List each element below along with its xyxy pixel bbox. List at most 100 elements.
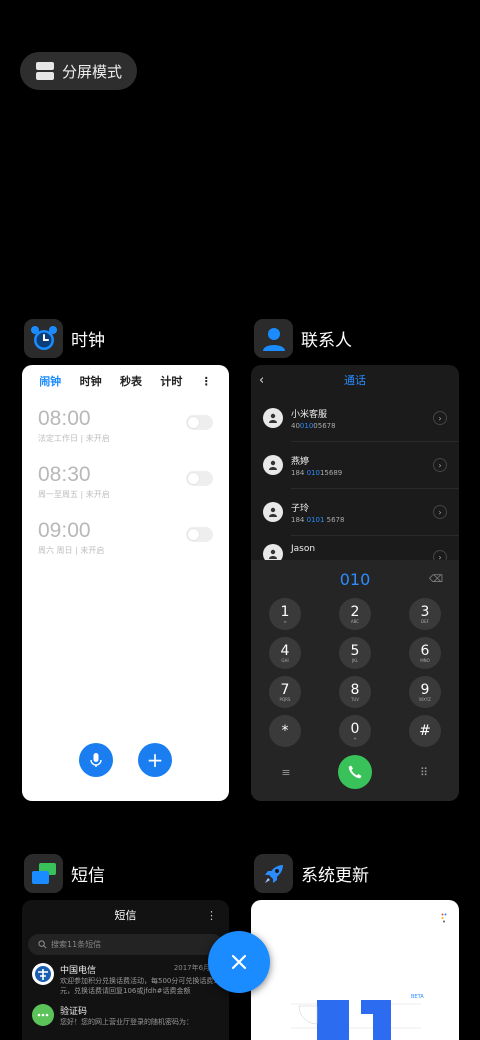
dial-key-letters: DEF (421, 618, 429, 624)
message-preview: 欢迎参加积分兑换话费活动，每500分可兑换话费5元，兑换话费请回复106或jfd… (60, 977, 218, 995)
dial-key-digit: 0 (350, 720, 360, 737)
alarm-toggle[interactable] (186, 415, 213, 430)
dial-key[interactable]: 8 TUV (339, 676, 371, 708)
voice-alarm-button[interactable] (79, 743, 113, 777)
dial-key-digit: # (419, 723, 431, 739)
back-arrow-icon[interactable]: ‹ (259, 373, 264, 388)
contacts-title: 通话 (344, 374, 366, 387)
alarm-item[interactable]: 08:30 周一至周五 | 未开启 (22, 453, 229, 509)
dial-key[interactable]: 3 DEF (409, 598, 441, 630)
split-screen-icon (36, 62, 54, 80)
contacts-person-icon (254, 319, 293, 358)
alarm-clock-icon (24, 319, 63, 358)
microphone-icon (90, 753, 102, 767)
dial-key-digit: 5 (350, 642, 360, 659)
rocket-icon (254, 854, 293, 893)
message-bubbles-icon (24, 854, 63, 893)
message-sender: 验证码 (60, 1007, 88, 1017)
update-app-header[interactable]: 系统更新 (254, 854, 369, 893)
more-icon[interactable]: ⋮ (206, 909, 217, 922)
dial-key[interactable]: 0 + (339, 715, 371, 747)
contact-name: 子玲 (291, 503, 310, 514)
split-screen-button[interactable]: 分屏模式 (20, 52, 137, 90)
sms-app-preview[interactable]: 短信 ⋮ 搜索11条短信 中国电信 2017年6月30 欢迎参加积分兑换话费活动，… (22, 900, 229, 1040)
contact-number: 4001005678 (291, 421, 336, 430)
dial-key[interactable]: 1 ∞ (269, 598, 301, 630)
dial-key-letters: ABC (350, 618, 360, 624)
grid-icon[interactable]: ⠿ (417, 766, 431, 779)
add-alarm-button[interactable]: + (138, 743, 172, 777)
dial-key[interactable]: 5 JKL (339, 637, 371, 669)
contact-name: Jason (291, 544, 316, 554)
message-item[interactable]: 中国电信 2017年6月30 欢迎参加积分兑换话费活动，每500分可兑换话费5元，… (22, 955, 229, 996)
dial-key-digit: 3 (420, 603, 430, 620)
contacts-app-name: 联系人 (301, 331, 352, 351)
dial-key[interactable]: 2 ABC (339, 598, 371, 630)
dial-key[interactable]: # (409, 715, 441, 747)
contact-number: 184 0101 5678 (291, 515, 345, 524)
dial-key-digit: 1 (280, 603, 290, 620)
contact-row[interactable]: 小米客服 4001005678 › (251, 395, 459, 441)
close-icon (231, 954, 247, 970)
plus-icon: + (146, 748, 164, 772)
dial-key-digit: 8 (350, 681, 360, 698)
message-item[interactable]: 验证码 您好！您的网上营业厅登录的随机密码为： (22, 996, 229, 1027)
alarm-info: 周六 周日 | 未开启 (38, 546, 105, 555)
dial-key-letters: JKL (351, 657, 359, 663)
menu-icon[interactable]: ≡ (279, 766, 293, 779)
contact-name: 小米客服 (291, 409, 328, 420)
china-telecom-logo-icon (32, 963, 54, 985)
tab-stopwatch[interactable]: 秒表 (120, 373, 142, 389)
contact-name: 燕婷 (291, 456, 310, 467)
dial-key-digit: 9 (420, 681, 430, 698)
dial-key-digit: 6 (420, 642, 430, 659)
clear-all-button[interactable] (208, 931, 270, 993)
clock-app-header[interactable]: 时钟 (24, 319, 105, 358)
dial-key-letters: PQRS (279, 696, 291, 702)
sms-app-header[interactable]: 短信 (24, 854, 105, 893)
dial-key[interactable]: 9 WXYZ (409, 676, 441, 708)
contact-row[interactable]: 子玲 184 0101 5678 › (251, 489, 459, 535)
call-button[interactable] (338, 755, 372, 789)
contact-number: 184 01015689 (291, 468, 343, 477)
alarm-item[interactable]: 08:00 法定工作日 | 未开启 (22, 397, 229, 453)
dial-key-letters: GHI (281, 657, 289, 663)
chevron-right-icon[interactable]: › (433, 411, 447, 425)
backspace-icon[interactable]: ⌫ (429, 574, 443, 585)
dial-key-digit: 7 (280, 681, 290, 698)
alarm-item[interactable]: 09:00 周六 周日 | 未开启 (22, 509, 229, 565)
dial-key[interactable]: * (269, 715, 301, 747)
clock-app-name: 时钟 (71, 331, 105, 351)
dialed-number: 010 ⌫ (339, 569, 443, 589)
chevron-right-icon[interactable]: › (433, 505, 447, 519)
tab-alarm[interactable]: 闹钟 (39, 373, 61, 389)
clock-app-preview[interactable]: 闹钟 时钟 秒表 计时 ⋮ 08:00 法定工作日 | 未开启 08:30 周一… (22, 365, 229, 801)
clock-tabs: 闹钟 时钟 秒表 计时 ⋮ (22, 365, 229, 397)
dial-key[interactable]: 4 GHI (269, 637, 301, 669)
alarm-toggle[interactable] (186, 471, 213, 486)
update-app-preview[interactable]: BETA (251, 900, 459, 1040)
tab-clock[interactable]: 时钟 (80, 373, 102, 389)
person-avatar-icon (263, 502, 283, 522)
contact-row[interactable]: 燕婷 184 01015689 › (251, 442, 459, 488)
person-avatar-icon (263, 408, 283, 428)
dial-key-letters: ∞ (283, 618, 287, 624)
chevron-right-icon[interactable]: › (433, 458, 447, 472)
more-icon[interactable]: ⋮ (201, 375, 212, 388)
contacts-app-preview[interactable]: ‹ 通话 小米客服 4001005678 › 燕婷 184 01015689 ›… (251, 365, 459, 801)
dial-key-letters: WXYZ (419, 696, 431, 702)
alarm-toggle[interactable] (186, 527, 213, 542)
dial-key[interactable]: 6 MNO (409, 637, 441, 669)
dial-key-letters: MNO (420, 657, 430, 663)
message-preview: 您好！您的网上营业厅登录的随机密码为： (60, 1018, 193, 1026)
tab-timer[interactable]: 计时 (160, 373, 182, 389)
sms-search-input[interactable]: 搜索11条短信 (28, 934, 223, 955)
update-app-name: 系统更新 (301, 866, 369, 886)
contacts-top-bar: ‹ 通话 (251, 365, 459, 395)
dial-key-digit: 2 (350, 603, 360, 620)
phone-icon (348, 765, 362, 779)
sms-title: 短信 (114, 909, 137, 922)
contacts-app-header[interactable]: 联系人 (254, 319, 352, 358)
dial-key[interactable]: 7 PQRS (269, 676, 301, 708)
dial-key-digit: 4 (280, 642, 290, 659)
